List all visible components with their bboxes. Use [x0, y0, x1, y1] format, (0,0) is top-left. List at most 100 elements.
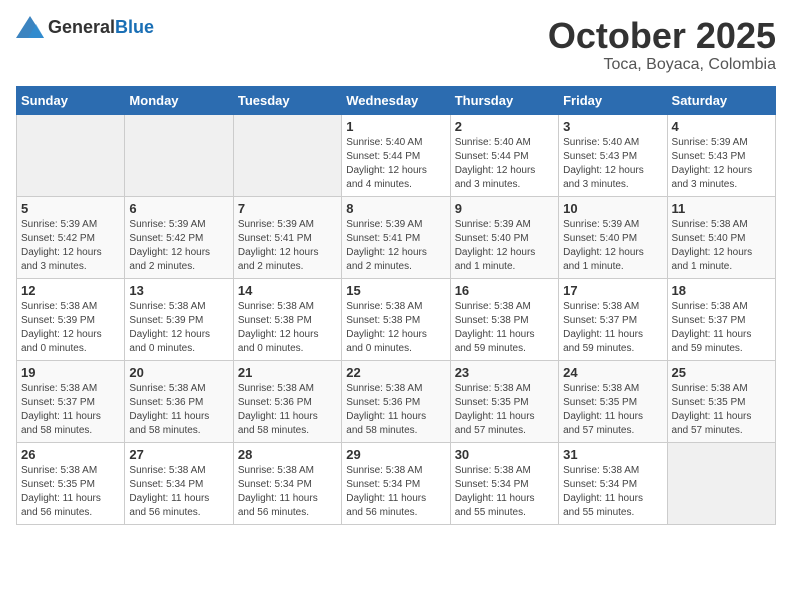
day-number: 16 — [455, 283, 554, 298]
day-info: Sunrise: 5:38 AM Sunset: 5:39 PM Dayligh… — [129, 300, 228, 356]
page-header: GeneralBlue October 2025 Toca, Boyaca, C… — [16, 16, 776, 74]
day-info: Sunrise: 5:40 AM Sunset: 5:44 PM Dayligh… — [346, 136, 445, 192]
title-block: October 2025 Toca, Boyaca, Colombia — [548, 16, 776, 74]
calendar-cell: 6 Sunrise: 5:39 AM Sunset: 5:42 PM Daylig… — [125, 196, 233, 278]
day-number: 15 — [346, 283, 445, 298]
day-number: 12 — [21, 283, 120, 298]
logo-text-blue: Blue — [115, 17, 154, 37]
day-info: Sunrise: 5:38 AM Sunset: 5:34 PM Dayligh… — [238, 464, 337, 520]
day-number: 2 — [455, 119, 554, 134]
calendar-cell: 3 Sunrise: 5:40 AM Sunset: 5:43 PM Daylig… — [559, 114, 667, 196]
day-info: Sunrise: 5:39 AM Sunset: 5:41 PM Dayligh… — [346, 218, 445, 274]
day-info: Sunrise: 5:38 AM Sunset: 5:36 PM Dayligh… — [346, 382, 445, 438]
day-info: Sunrise: 5:40 AM Sunset: 5:43 PM Dayligh… — [563, 136, 662, 192]
calendar-cell: 12 Sunrise: 5:38 AM Sunset: 5:39 PM Dayli… — [17, 278, 125, 360]
calendar-cell: 22 Sunrise: 5:38 AM Sunset: 5:36 PM Dayli… — [342, 360, 450, 442]
calendar-cell: 26 Sunrise: 5:38 AM Sunset: 5:35 PM Dayli… — [17, 442, 125, 524]
calendar-week-row: 19Sunrise: 5:38 AM Sunset: 5:37 PM Dayli… — [17, 360, 776, 442]
day-number: 23 — [455, 365, 554, 380]
day-number: 22 — [346, 365, 445, 380]
calendar-cell: 16 Sunrise: 5:38 AM Sunset: 5:38 PM Dayli… — [450, 278, 558, 360]
calendar-week-row: 1 Sunrise: 5:40 AM Sunset: 5:44 PM Daylig… — [17, 114, 776, 196]
calendar-cell: 30 Sunrise: 5:38 AM Sunset: 5:34 PM Dayli… — [450, 442, 558, 524]
calendar-week-row: 12 Sunrise: 5:38 AM Sunset: 5:39 PM Dayli… — [17, 278, 776, 360]
day-number: 30 — [455, 447, 554, 462]
calendar-cell: 10 Sunrise: 5:39 AM Sunset: 5:40 PM Dayli… — [559, 196, 667, 278]
calendar-week-row: 5 Sunrise: 5:39 AM Sunset: 5:42 PM Daylig… — [17, 196, 776, 278]
day-info: Sunrise: 5:39 AM Sunset: 5:42 PM Dayligh… — [21, 218, 120, 274]
logo: GeneralBlue — [16, 16, 154, 38]
day-number: 1 — [346, 119, 445, 134]
calendar-cell — [667, 442, 775, 524]
day-number: 26 — [21, 447, 120, 462]
day-info: Sunrise: 5:39 AM Sunset: 5:40 PM Dayligh… — [563, 218, 662, 274]
day-info: Sunrise: 5:38 AM Sunset: 5:34 PM Dayligh… — [346, 464, 445, 520]
day-number: 17 — [563, 283, 662, 298]
calendar-cell: 24Sunrise: 5:38 AM Sunset: 5:35 PM Dayli… — [559, 360, 667, 442]
day-info: Sunrise: 5:39 AM Sunset: 5:40 PM Dayligh… — [455, 218, 554, 274]
day-number: 13 — [129, 283, 228, 298]
day-info: Sunrise: 5:39 AM Sunset: 5:42 PM Dayligh… — [129, 218, 228, 274]
day-number: 31 — [563, 447, 662, 462]
day-info: Sunrise: 5:39 AM Sunset: 5:43 PM Dayligh… — [672, 136, 771, 192]
day-number: 8 — [346, 201, 445, 216]
day-info: Sunrise: 5:40 AM Sunset: 5:44 PM Dayligh… — [455, 136, 554, 192]
calendar-cell — [125, 114, 233, 196]
logo-text-general: General — [48, 17, 115, 37]
calendar-cell: 18 Sunrise: 5:38 AM Sunset: 5:37 PM Dayli… — [667, 278, 775, 360]
calendar-cell: 2 Sunrise: 5:40 AM Sunset: 5:44 PM Daylig… — [450, 114, 558, 196]
calendar-cell: 31Sunrise: 5:38 AM Sunset: 5:34 PM Dayli… — [559, 442, 667, 524]
day-info: Sunrise: 5:38 AM Sunset: 5:36 PM Dayligh… — [129, 382, 228, 438]
day-number: 18 — [672, 283, 771, 298]
calendar-cell: 21Sunrise: 5:38 AM Sunset: 5:36 PM Dayli… — [233, 360, 341, 442]
month-title: October 2025 — [548, 16, 776, 56]
header-thursday: Thursday — [450, 86, 558, 114]
calendar-cell: 19Sunrise: 5:38 AM Sunset: 5:37 PM Dayli… — [17, 360, 125, 442]
day-number: 5 — [21, 201, 120, 216]
calendar-cell: 14 Sunrise: 5:38 AM Sunset: 5:38 PM Dayli… — [233, 278, 341, 360]
calendar-cell: 1 Sunrise: 5:40 AM Sunset: 5:44 PM Daylig… — [342, 114, 450, 196]
header-sunday: Sunday — [17, 86, 125, 114]
calendar-cell — [17, 114, 125, 196]
day-number: 9 — [455, 201, 554, 216]
calendar-cell: 9 Sunrise: 5:39 AM Sunset: 5:40 PM Daylig… — [450, 196, 558, 278]
day-number: 21 — [238, 365, 337, 380]
header-saturday: Saturday — [667, 86, 775, 114]
day-info: Sunrise: 5:38 AM Sunset: 5:38 PM Dayligh… — [238, 300, 337, 356]
day-number: 10 — [563, 201, 662, 216]
calendar-cell: 20 Sunrise: 5:38 AM Sunset: 5:36 PM Dayli… — [125, 360, 233, 442]
calendar-cell: 28 Sunrise: 5:38 AM Sunset: 5:34 PM Dayli… — [233, 442, 341, 524]
day-number: 14 — [238, 283, 337, 298]
calendar-cell: 15 Sunrise: 5:38 AM Sunset: 5:38 PM Dayli… — [342, 278, 450, 360]
calendar-cell: 29Sunrise: 5:38 AM Sunset: 5:34 PM Dayli… — [342, 442, 450, 524]
day-number: 27 — [129, 447, 228, 462]
calendar-table: SundayMondayTuesdayWednesdayThursdayFrid… — [16, 86, 776, 525]
calendar-week-row: 26 Sunrise: 5:38 AM Sunset: 5:35 PM Dayli… — [17, 442, 776, 524]
calendar-header-row: SundayMondayTuesdayWednesdayThursdayFrid… — [17, 86, 776, 114]
day-info: Sunrise: 5:38 AM Sunset: 5:37 PM Dayligh… — [672, 300, 771, 356]
day-info: Sunrise: 5:38 AM Sunset: 5:34 PM Dayligh… — [129, 464, 228, 520]
day-info: Sunrise: 5:38 AM Sunset: 5:40 PM Dayligh… — [672, 218, 771, 274]
day-info: Sunrise: 5:38 AM Sunset: 5:38 PM Dayligh… — [455, 300, 554, 356]
day-info: Sunrise: 5:38 AM Sunset: 5:37 PM Dayligh… — [563, 300, 662, 356]
day-info: Sunrise: 5:38 AM Sunset: 5:34 PM Dayligh… — [455, 464, 554, 520]
day-number: 11 — [672, 201, 771, 216]
calendar-cell: 23 Sunrise: 5:38 AM Sunset: 5:35 PM Dayli… — [450, 360, 558, 442]
day-number: 28 — [238, 447, 337, 462]
day-number: 7 — [238, 201, 337, 216]
calendar-cell: 17 Sunrise: 5:38 AM Sunset: 5:37 PM Dayli… — [559, 278, 667, 360]
day-number: 3 — [563, 119, 662, 134]
calendar-cell: 5 Sunrise: 5:39 AM Sunset: 5:42 PM Daylig… — [17, 196, 125, 278]
day-info: Sunrise: 5:38 AM Sunset: 5:38 PM Dayligh… — [346, 300, 445, 356]
calendar-cell: 7Sunrise: 5:39 AM Sunset: 5:41 PM Daylig… — [233, 196, 341, 278]
day-number: 6 — [129, 201, 228, 216]
calendar-cell: 25Sunrise: 5:38 AM Sunset: 5:35 PM Dayli… — [667, 360, 775, 442]
calendar-cell: 13 Sunrise: 5:38 AM Sunset: 5:39 PM Dayli… — [125, 278, 233, 360]
header-tuesday: Tuesday — [233, 86, 341, 114]
day-info: Sunrise: 5:38 AM Sunset: 5:39 PM Dayligh… — [21, 300, 120, 356]
day-number: 4 — [672, 119, 771, 134]
day-info: Sunrise: 5:38 AM Sunset: 5:35 PM Dayligh… — [455, 382, 554, 438]
day-info: Sunrise: 5:38 AM Sunset: 5:35 PM Dayligh… — [21, 464, 120, 520]
day-info: Sunrise: 5:38 AM Sunset: 5:35 PM Dayligh… — [563, 382, 662, 438]
day-number: 20 — [129, 365, 228, 380]
